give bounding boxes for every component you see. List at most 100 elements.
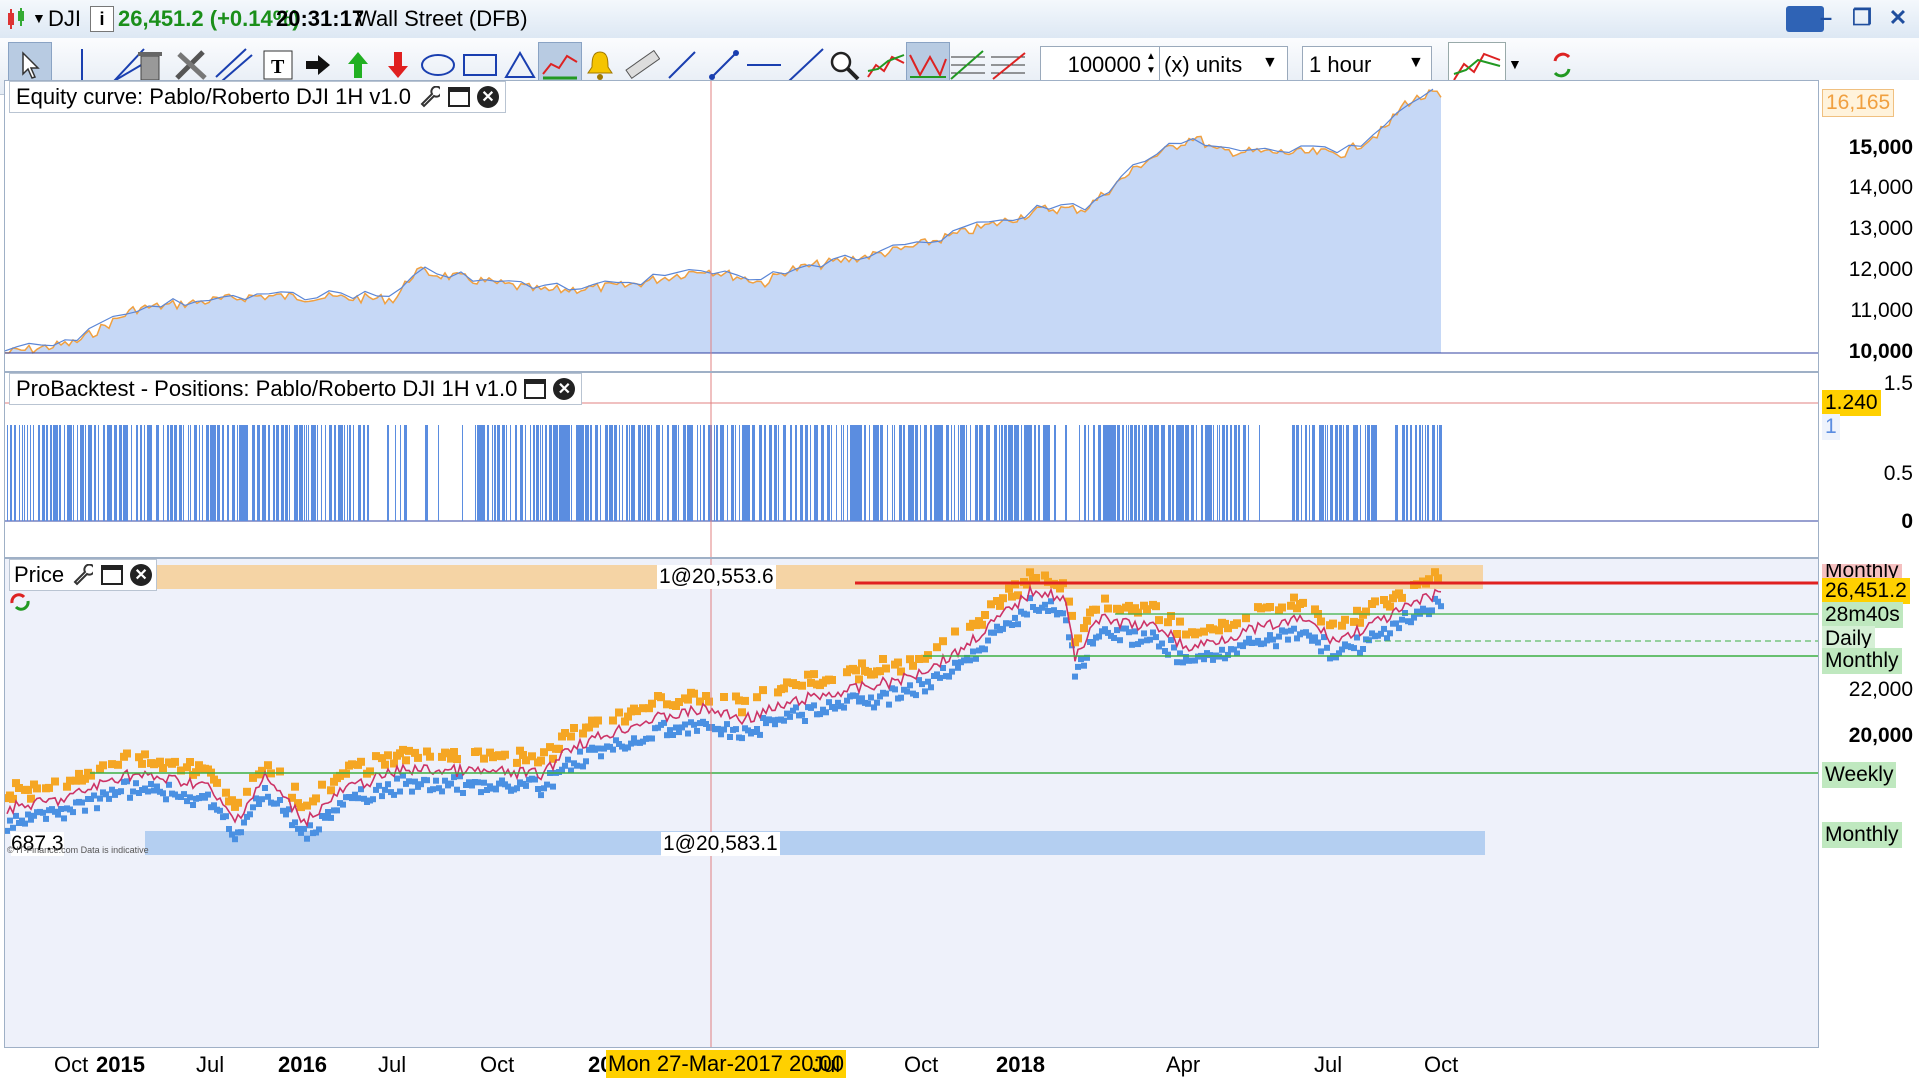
position-bar <box>841 425 842 521</box>
position-bar <box>644 425 646 521</box>
quantity-input[interactable]: 100000 <box>1040 46 1160 84</box>
units-dropdown-icon[interactable]: ▼ <box>1262 54 1278 72</box>
position-bar <box>638 425 641 521</box>
position-bar <box>24 425 25 521</box>
position-bar <box>1181 425 1184 521</box>
close-panel-icon[interactable]: ✕ <box>553 378 576 400</box>
low-marker <box>250 804 256 811</box>
position-bar <box>46 425 48 521</box>
low-marker <box>205 791 211 798</box>
quantity-stepper-icon[interactable]: ▲ ▼ <box>1146 50 1156 78</box>
maximize-panel-icon[interactable] <box>523 378 547 400</box>
high-marker <box>798 681 806 690</box>
position-bar <box>1047 425 1049 521</box>
swap-icon[interactable] <box>7 591 33 613</box>
position-bar <box>273 425 275 521</box>
position-bar <box>892 425 893 521</box>
low-marker <box>382 786 388 793</box>
position-bar <box>619 425 620 521</box>
position-bar <box>595 425 598 521</box>
position-bar <box>59 425 61 521</box>
close-panel-icon[interactable]: ✕ <box>476 86 499 108</box>
equity-axis-label: 14,000 <box>1848 176 1913 199</box>
position-bar <box>790 425 792 521</box>
templates-dropdown-icon[interactable]: ▼ <box>1508 56 1522 72</box>
position-bar <box>247 425 248 521</box>
high-marker <box>1152 602 1160 611</box>
position-bar <box>656 425 658 521</box>
equity-panel-header: Equity curve: Pablo/Roberto DJI 1H v1.0 … <box>9 81 506 113</box>
position-bar <box>210 425 213 521</box>
candlestick-icon[interactable] <box>6 8 28 30</box>
positions-current-value: 1.240 <box>1822 390 1881 416</box>
low-marker <box>1060 610 1066 617</box>
position-bar <box>1132 425 1133 521</box>
low-marker <box>649 735 655 742</box>
restore-icon[interactable]: ❐ <box>1847 4 1877 32</box>
positions-panel-header: ProBacktest - Positions: Pablo/Roberto D… <box>9 373 583 405</box>
high-marker <box>951 627 959 636</box>
position-bar <box>564 425 567 521</box>
low-marker <box>127 794 133 801</box>
high-marker <box>318 780 326 789</box>
wrench-icon[interactable] <box>417 86 441 108</box>
low-marker <box>1000 625 1006 632</box>
low-marker <box>580 763 586 770</box>
close-icon[interactable]: ✕ <box>1883 4 1913 32</box>
low-marker <box>355 795 361 802</box>
position-bar <box>317 425 318 521</box>
position-bar <box>856 425 859 521</box>
maximize-panel-icon[interactable] <box>447 86 471 108</box>
position-bar <box>1043 425 1045 521</box>
low-marker <box>58 806 64 812</box>
high-marker <box>141 750 149 759</box>
minimize-icon[interactable]: – <box>1811 4 1841 32</box>
position-bar <box>1422 425 1423 521</box>
high-marker <box>1083 616 1091 625</box>
high-marker <box>426 752 434 761</box>
position-bar <box>727 425 728 521</box>
high-marker <box>1371 597 1379 606</box>
close-panel-icon[interactable]: ✕ <box>130 564 153 586</box>
timeframe-dropdown-icon[interactable]: ▼ <box>1408 54 1424 72</box>
position-bar <box>264 425 266 521</box>
dropdown-arrow-icon[interactable]: ▼ <box>32 10 46 26</box>
position-bar <box>353 425 354 521</box>
position-bar <box>683 425 686 521</box>
svg-text:T: T <box>271 56 285 78</box>
low-marker <box>1276 633 1282 640</box>
low-marker <box>1273 643 1279 650</box>
symbol-label[interactable]: DJI <box>48 6 81 32</box>
low-marker <box>5 827 10 834</box>
position-bar <box>769 425 771 521</box>
position-bar <box>321 425 322 521</box>
position-bar <box>1259 425 1260 521</box>
low-marker <box>304 835 310 842</box>
wrench-icon[interactable] <box>70 564 94 586</box>
x-axis-label: Oct <box>904 1052 939 1077</box>
info-icon[interactable]: i <box>90 6 114 32</box>
position-bar <box>119 425 122 521</box>
low-marker <box>985 637 991 644</box>
position-bar <box>1004 425 1007 521</box>
position-bar <box>759 425 762 521</box>
low-marker <box>811 702 817 709</box>
maximize-panel-icon[interactable] <box>100 564 124 586</box>
position-bar <box>549 425 552 521</box>
low-marker <box>1438 603 1444 610</box>
low-marker <box>1318 648 1324 655</box>
value-label-top: 1@20,553.6 <box>657 565 776 589</box>
position-bar <box>716 425 718 521</box>
position-bar <box>1128 425 1129 521</box>
low-marker <box>532 776 538 783</box>
low-marker <box>1075 663 1081 670</box>
equity-axis-label: 12,000 <box>1848 258 1913 281</box>
high-marker <box>879 655 887 663</box>
position-bar <box>662 425 663 521</box>
position-bar <box>1088 425 1089 521</box>
low-marker <box>325 809 331 815</box>
high-marker <box>171 757 179 766</box>
position-bar <box>73 425 74 521</box>
low-marker <box>1009 622 1015 628</box>
position-bar <box>299 425 301 521</box>
